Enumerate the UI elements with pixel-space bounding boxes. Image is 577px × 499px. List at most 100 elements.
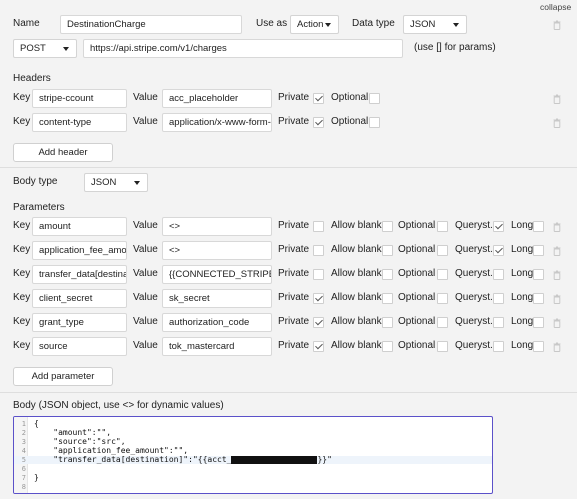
private-label: Private [278, 292, 310, 303]
headers-title: Headers [13, 73, 51, 84]
private-label: Private [278, 340, 310, 351]
optional-checkbox[interactable] [437, 245, 448, 256]
param-key-input[interactable]: amount [32, 217, 127, 236]
optional-label: Optional [398, 268, 436, 279]
optional-checkbox[interactable] [437, 221, 448, 232]
key-label: Key [13, 244, 31, 255]
header-key-input[interactable]: content-type [32, 113, 127, 132]
param-value-input[interactable]: authorization_code [162, 313, 272, 332]
queryst-checkbox[interactable] [493, 269, 504, 280]
trash-icon[interactable] [553, 342, 561, 352]
long-checkbox[interactable] [533, 293, 544, 304]
queryst-checkbox[interactable] [493, 293, 504, 304]
optional-label: Optional [398, 316, 436, 327]
allow-blank-label: Allow blank [331, 268, 382, 279]
optional-checkbox[interactable] [369, 117, 380, 128]
long-checkbox[interactable] [533, 245, 544, 256]
param-key-input[interactable]: grant_type [32, 313, 127, 332]
chevron-down-icon [63, 47, 69, 51]
long-checkbox[interactable] [533, 221, 544, 232]
use-as-dropdown[interactable]: Action [290, 15, 339, 34]
allow-blank-checkbox[interactable] [382, 341, 393, 352]
long-checkbox[interactable] [533, 317, 544, 328]
private-checkbox[interactable] [313, 117, 324, 128]
data-type-dropdown[interactable]: JSON [403, 15, 467, 34]
param-value-input[interactable]: <> [162, 217, 272, 236]
name-label: Name [13, 18, 40, 29]
body-code-editor[interactable]: 1{2 "amount":"", 3 "source":"src", 4 "appl… [13, 416, 493, 494]
method-dropdown[interactable]: POST [13, 39, 77, 58]
key-label: Key [13, 116, 31, 127]
optional-checkbox[interactable] [437, 341, 448, 352]
collapse-link[interactable]: collapse [540, 0, 571, 14]
code-segment: } [34, 473, 39, 482]
header-value-input[interactable]: acc_placeholder [162, 89, 272, 108]
url-input[interactable]: https://api.stripe.com/v1/charges [83, 39, 403, 58]
private-checkbox[interactable] [313, 269, 324, 280]
param-value-input[interactable]: sk_secret [162, 289, 272, 308]
trash-icon[interactable] [553, 222, 561, 232]
trash-icon[interactable] [553, 20, 561, 30]
add-header-button[interactable]: Add header [13, 143, 113, 162]
queryst-label: Queryst. [455, 220, 493, 231]
trash-icon[interactable] [553, 118, 561, 128]
allow-blank-checkbox[interactable] [382, 269, 393, 280]
body-type-dropdown[interactable]: JSON [84, 173, 148, 192]
long-label: Long [511, 244, 534, 255]
optional-checkbox[interactable] [437, 317, 448, 328]
private-checkbox[interactable] [313, 317, 324, 328]
allow-blank-checkbox[interactable] [382, 293, 393, 304]
param-value-input[interactable]: <> [162, 241, 272, 260]
line-number: 6 [21, 465, 26, 473]
header-key-input[interactable]: stripe-ccount [32, 89, 127, 108]
code-segment: "application_fee_amount":"", [34, 446, 189, 455]
long-checkbox[interactable] [533, 269, 544, 280]
param-key-input[interactable]: client_secret [32, 289, 127, 308]
key-label: Key [13, 340, 31, 351]
long-checkbox[interactable] [533, 341, 544, 352]
param-key-input[interactable]: source [32, 337, 127, 356]
key-label: Key [13, 220, 31, 231]
name-input[interactable]: DestinationCharge [60, 15, 242, 34]
redaction-bar [231, 456, 318, 464]
value-label: Value [133, 268, 158, 279]
param-value-input[interactable]: {{CONNECTED_STRIPE_AC [162, 265, 272, 284]
queryst-checkbox[interactable] [493, 221, 504, 232]
allow-blank-checkbox[interactable] [382, 221, 393, 232]
queryst-checkbox[interactable] [493, 317, 504, 328]
allow-blank-checkbox[interactable] [382, 245, 393, 256]
long-label: Long [511, 316, 534, 327]
optional-checkbox[interactable] [437, 269, 448, 280]
trash-icon[interactable] [553, 94, 561, 104]
private-label: Private [278, 116, 310, 127]
trash-icon[interactable] [553, 294, 561, 304]
private-checkbox[interactable] [313, 93, 324, 104]
add-parameter-button[interactable]: Add parameter [13, 367, 113, 386]
allow-blank-label: Allow blank [331, 220, 382, 231]
optional-checkbox[interactable] [437, 293, 448, 304]
trash-icon[interactable] [553, 246, 561, 256]
allow-blank-label: Allow blank [331, 316, 382, 327]
queryst-checkbox[interactable] [493, 245, 504, 256]
value-label: Value [133, 116, 158, 127]
queryst-label: Queryst. [455, 340, 493, 351]
code-segment: }}" [317, 455, 332, 464]
private-checkbox[interactable] [313, 245, 324, 256]
header-value-input[interactable]: application/x-www-form- [162, 113, 272, 132]
body-label: Body (JSON object, use <> for dynamic va… [13, 400, 224, 411]
queryst-checkbox[interactable] [493, 341, 504, 352]
param-key-input[interactable]: application_fee_amou [32, 241, 127, 260]
private-checkbox[interactable] [313, 293, 324, 304]
optional-label: Optional [331, 116, 369, 127]
trash-icon[interactable] [553, 270, 561, 280]
optional-checkbox[interactable] [369, 93, 380, 104]
private-checkbox[interactable] [313, 341, 324, 352]
param-key-input[interactable]: transfer_data[destinati [32, 265, 127, 284]
value-label: Value [133, 220, 158, 231]
optional-label: Optional [398, 220, 436, 231]
allow-blank-checkbox[interactable] [382, 317, 393, 328]
param-value-input[interactable]: tok_mastercard [162, 337, 272, 356]
private-checkbox[interactable] [313, 221, 324, 232]
trash-icon[interactable] [553, 318, 561, 328]
line-number: 4 [21, 447, 26, 455]
